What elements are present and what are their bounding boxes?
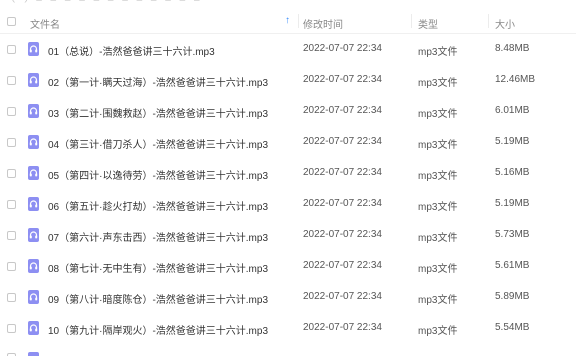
row-checkbox[interactable] [7,76,16,85]
column-divider[interactable] [298,14,299,28]
table-row[interactable]: 08（第七计·无中生有）-浩然爸爸讲三十六计.mp3 2022-07-07 22… [0,251,576,282]
column-header-name[interactable]: 文件名 [30,16,60,31]
row-checkbox[interactable] [7,200,16,209]
sort-up-arrow-icon[interactable]: ↑ [285,15,290,26]
file-modified-time: 2022-07-07 22:34 [303,229,382,240]
list-header: 文件名 ↑ 修改时间 类型 大小 [0,9,576,34]
toolbar-partial: ‹ › – – – – – – – – – – – – [0,0,576,6]
table-row[interactable]: 03（第二计·围魏救赵）-浩然爸爸讲三十六计.mp3 2022-07-07 22… [0,96,576,127]
file-modified-time: 2022-07-07 22:34 [303,105,382,116]
file-name[interactable]: 03（第二计·围魏救赵）-浩然爸爸讲三十六计.mp3 [48,105,268,120]
select-all-checkbox[interactable] [7,17,16,26]
file-list: 01（总说）-浩然爸爸讲三十六计.mp3 2022-07-07 22:34 mp… [0,34,576,344]
file-name[interactable]: 07（第六计·声东击西）-浩然爸爸讲三十六计.mp3 [48,229,268,244]
file-name[interactable]: 04（第三计·借刀杀人）-浩然爸爸讲三十六计.mp3 [48,136,268,151]
headphones-icon [28,290,39,304]
file-name[interactable]: 06（第五计·趁火打劫）-浩然爸爸讲三十六计.mp3 [48,198,268,213]
file-modified-time: 2022-07-07 22:34 [303,260,382,271]
column-divider[interactable] [411,14,412,28]
file-type: mp3文件 [418,109,458,120]
file-type: mp3文件 [418,140,458,151]
file-size: 12.46MB [495,74,536,85]
file-size: 5.16MB [495,167,530,178]
file-modified-time: 2022-07-07 22:34 [303,74,382,85]
file-type: mp3文件 [418,264,458,275]
file-modified-time: 2022-07-07 22:34 [303,291,382,302]
file-type: mp3文件 [418,47,458,58]
file-modified-time: 2022-07-07 22:34 [303,322,382,333]
file-type: mp3文件 [418,233,458,244]
file-size: 5.73MB [495,229,530,240]
partial-row [0,344,576,356]
row-checkbox[interactable] [7,293,16,302]
file-type: mp3文件 [418,295,458,306]
file-name[interactable]: 10（第九计·隔岸观火）-浩然爸爸讲三十六计.mp3 [48,322,268,337]
file-type: mp3文件 [418,326,458,337]
headphones-icon [28,197,39,211]
row-checkbox[interactable] [7,138,16,147]
file-size: 8.48MB [495,43,530,54]
file-type: mp3文件 [418,202,458,213]
file-name[interactable]: 05（第四计·以逸待劳）-浩然爸爸讲三十六计.mp3 [48,167,268,182]
column-divider[interactable] [488,14,489,28]
headphones-icon [28,259,39,273]
row-checkbox[interactable] [7,169,16,178]
column-header-time[interactable]: 修改时间 [303,16,343,31]
table-row[interactable]: 09（第八计·暗度陈仓）-浩然爸爸讲三十六计.mp3 2022-07-07 22… [0,282,576,313]
file-type: mp3文件 [418,78,458,89]
headphones-icon [28,135,39,149]
toolbar-text: ‹ › – – – – – – – – – – – – [12,0,203,6]
table-row[interactable]: 02（第一计·瞒天过海）-浩然爸爸讲三十六计.mp3 2022-07-07 22… [0,65,576,96]
headphones-icon [28,73,39,87]
table-row[interactable]: 10（第九计·隔岸观火）-浩然爸爸讲三十六计.mp3 2022-07-07 22… [0,313,576,344]
column-header-size[interactable]: 大小 [495,16,515,31]
file-size: 6.01MB [495,105,530,116]
column-header-type[interactable]: 类型 [418,16,438,31]
file-modified-time: 2022-07-07 22:34 [303,43,382,54]
file-list-window: ‹ › – – – – – – – – – – – – 文件名 ↑ 修改时间 类… [0,0,576,356]
file-name[interactable]: 09（第八计·暗度陈仓）-浩然爸爸讲三十六计.mp3 [48,291,268,306]
table-row[interactable]: 07（第六计·声东击西）-浩然爸爸讲三十六计.mp3 2022-07-07 22… [0,220,576,251]
file-modified-time: 2022-07-07 22:34 [303,136,382,147]
file-size: 5.19MB [495,136,530,147]
headphones-icon [28,352,39,356]
headphones-icon [28,321,39,335]
row-checkbox[interactable] [7,262,16,271]
file-modified-time: 2022-07-07 22:34 [303,198,382,209]
table-row[interactable]: 06（第五计·趁火打劫）-浩然爸爸讲三十六计.mp3 2022-07-07 22… [0,189,576,220]
row-checkbox[interactable] [7,45,16,54]
file-type: mp3文件 [418,171,458,182]
file-size: 5.19MB [495,198,530,209]
headphones-icon [28,42,39,56]
row-checkbox[interactable] [7,324,16,333]
table-row[interactable]: 05（第四计·以逸待劳）-浩然爸爸讲三十六计.mp3 2022-07-07 22… [0,158,576,189]
file-modified-time: 2022-07-07 22:34 [303,167,382,178]
file-name[interactable]: 08（第七计·无中生有）-浩然爸爸讲三十六计.mp3 [48,260,268,275]
file-size: 5.89MB [495,291,530,302]
file-name[interactable]: 02（第一计·瞒天过海）-浩然爸爸讲三十六计.mp3 [48,74,268,89]
table-row[interactable]: 04（第三计·借刀杀人）-浩然爸爸讲三十六计.mp3 2022-07-07 22… [0,127,576,158]
headphones-icon [28,228,39,242]
file-size: 5.54MB [495,322,530,333]
headphones-icon [28,166,39,180]
table-row[interactable]: 01（总说）-浩然爸爸讲三十六计.mp3 2022-07-07 22:34 mp… [0,34,576,65]
file-name[interactable]: 01（总说）-浩然爸爸讲三十六计.mp3 [48,43,215,58]
row-checkbox[interactable] [7,231,16,240]
file-size: 5.61MB [495,260,530,271]
row-checkbox[interactable] [7,107,16,116]
headphones-icon [28,104,39,118]
